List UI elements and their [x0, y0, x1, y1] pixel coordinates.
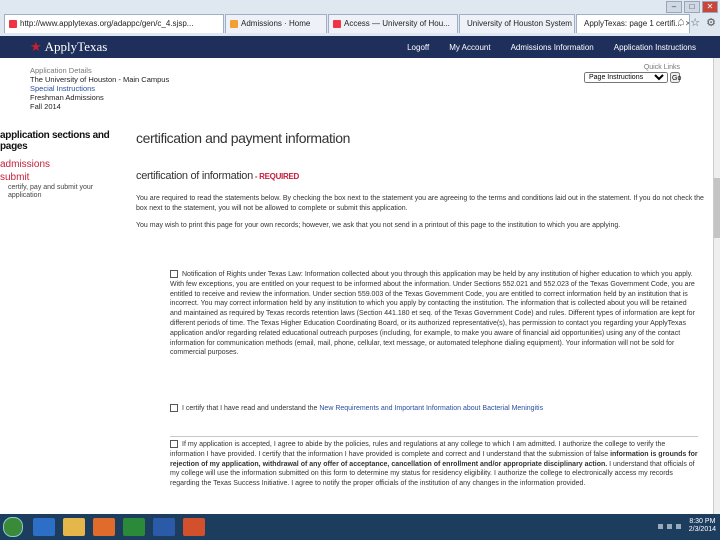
- acceptance-checkbox[interactable]: [170, 440, 178, 449]
- section-title-text: certification of information: [136, 170, 253, 182]
- volume-icon[interactable]: [666, 523, 672, 529]
- sidebar: application sections and pages admission…: [0, 130, 128, 200]
- acceptance-certification: If my application is accepted, I agree t…: [170, 436, 698, 489]
- tab-label: ApplyTexas: page 1 certifi...: [584, 19, 682, 28]
- admission-type: Freshman Admissions: [30, 93, 104, 102]
- certify-text: I certify that I have read and understan…: [182, 405, 320, 412]
- gear-icon[interactable]: ⚙: [706, 16, 716, 29]
- page-scrollbar[interactable]: [713, 58, 720, 514]
- word-taskbar-icon[interactable]: [153, 518, 175, 536]
- intro-paragraph: You are required to read the statements …: [136, 195, 704, 212]
- star-icon: ★: [30, 39, 42, 54]
- special-instructions-link[interactable]: Special Instructions: [30, 84, 169, 93]
- system-tray: 8:30 PM 2/3/2014: [657, 518, 716, 534]
- site-header: ★ ApplyTexas Logoff My Account Admission…: [0, 36, 720, 58]
- nav-my-account[interactable]: My Account: [449, 43, 490, 52]
- folder-taskbar-icon[interactable]: [63, 518, 85, 536]
- university-name: The University of Houston - Main Campus: [30, 75, 170, 84]
- logo-text: ApplyTexas: [44, 39, 108, 54]
- section-title: certification of information - REQUIRED: [136, 170, 714, 182]
- tab-favicon: [333, 20, 341, 28]
- print-paragraph: You may wish to print this page for your…: [136, 222, 621, 229]
- powerpoint-taskbar-icon[interactable]: [183, 518, 205, 536]
- clock-time: 8:30 PM: [689, 518, 716, 525]
- clock-date: 2/3/2014: [688, 526, 716, 533]
- minimize-button[interactable]: –: [666, 1, 682, 13]
- media-taskbar-icon[interactable]: [93, 518, 115, 536]
- close-button[interactable]: ✕: [702, 1, 718, 13]
- nav-admissions-information[interactable]: Admissions Information: [511, 43, 594, 52]
- battery-icon[interactable]: [675, 523, 681, 529]
- required-badge: - REQUIRED: [252, 172, 299, 181]
- main-content: certification and payment information ce…: [136, 130, 714, 231]
- applytexas-logo[interactable]: ★ ApplyTexas: [30, 39, 107, 55]
- sidebar-title: application sections and pages: [0, 130, 110, 152]
- meningitis-certification: I certify that I have read and understan…: [170, 404, 698, 414]
- meningitis-link[interactable]: New Requirements and Important Informati…: [319, 405, 543, 412]
- browser-tools: ⌂ ☆ ⚙: [678, 16, 716, 29]
- page-title: certification and payment information: [136, 130, 350, 146]
- ie-taskbar-icon[interactable]: [33, 518, 55, 536]
- quick-links: Quick Links Page Instructions Go: [584, 64, 681, 83]
- tab-label: Access — University of Hou...: [344, 19, 450, 28]
- details-label: Application Details: [30, 66, 92, 75]
- browser-tab-1[interactable]: Access — University of Hou...: [328, 14, 458, 33]
- nav-logoff[interactable]: Logoff: [407, 43, 429, 52]
- rights-notice-text: Notification of Rights under Texas Law: …: [170, 271, 695, 357]
- tab-strip: http://www.applytexas.org/adappc/gen/c_4…: [4, 14, 691, 34]
- sidebar-item-submit[interactable]: submit: [0, 172, 128, 183]
- quick-links-select[interactable]: Page Instructions: [584, 72, 668, 83]
- maximize-button[interactable]: □: [684, 1, 700, 13]
- start-button[interactable]: [3, 517, 23, 537]
- quick-links-label: Quick Links: [643, 64, 680, 71]
- sidebar-item-certify[interactable]: certify, pay and submit your application: [8, 184, 128, 200]
- browser-tab-3[interactable]: ApplyTexas: page 1 certifi... ✕: [576, 14, 690, 33]
- window-controls: – □ ✕: [666, 1, 718, 13]
- taskbar-clock[interactable]: 8:30 PM 2/3/2014: [689, 518, 716, 534]
- rights-notice: Notification of Rights under Texas Law: …: [170, 270, 698, 358]
- windows-taskbar: 8:30 PM 2/3/2014: [0, 514, 720, 540]
- tab-favicon: [230, 20, 238, 28]
- sidebar-item-admissions[interactable]: admissions: [0, 159, 128, 170]
- page-icon: [9, 20, 17, 28]
- go-button[interactable]: Go: [670, 72, 681, 83]
- scrollbar-thumb[interactable]: [714, 178, 720, 238]
- acceptance-text: If my application is accepted, I agree t…: [170, 441, 666, 458]
- favorites-star-icon[interactable]: ☆: [690, 16, 700, 29]
- application-details: Application Details The University of Ho…: [30, 66, 169, 111]
- home-icon[interactable]: ⌂: [678, 16, 685, 29]
- nav-application-instructions[interactable]: Application Instructions: [614, 43, 696, 52]
- network-icon[interactable]: [657, 523, 663, 529]
- address-bar[interactable]: http://www.applytexas.org/adappc/gen/c_4…: [4, 14, 224, 33]
- browser-tab-0[interactable]: Admissions · Home: [225, 14, 327, 33]
- spotify-taskbar-icon[interactable]: [123, 518, 145, 536]
- admission-term: Fall 2014: [30, 102, 61, 111]
- address-text: http://www.applytexas.org/adappc/gen/c_4…: [20, 19, 194, 28]
- tab-label: University of Houston System: [467, 19, 572, 28]
- browser-tab-2[interactable]: University of Houston System: [459, 14, 575, 33]
- tab-label: Admissions · Home: [241, 19, 311, 28]
- browser-chrome: – □ ✕ http://www.applytexas.org/adappc/g…: [0, 0, 720, 37]
- rights-checkbox[interactable]: [170, 270, 178, 279]
- meningitis-checkbox[interactable]: [170, 404, 178, 413]
- top-navigation: Logoff My Account Admissions Information…: [407, 36, 696, 58]
